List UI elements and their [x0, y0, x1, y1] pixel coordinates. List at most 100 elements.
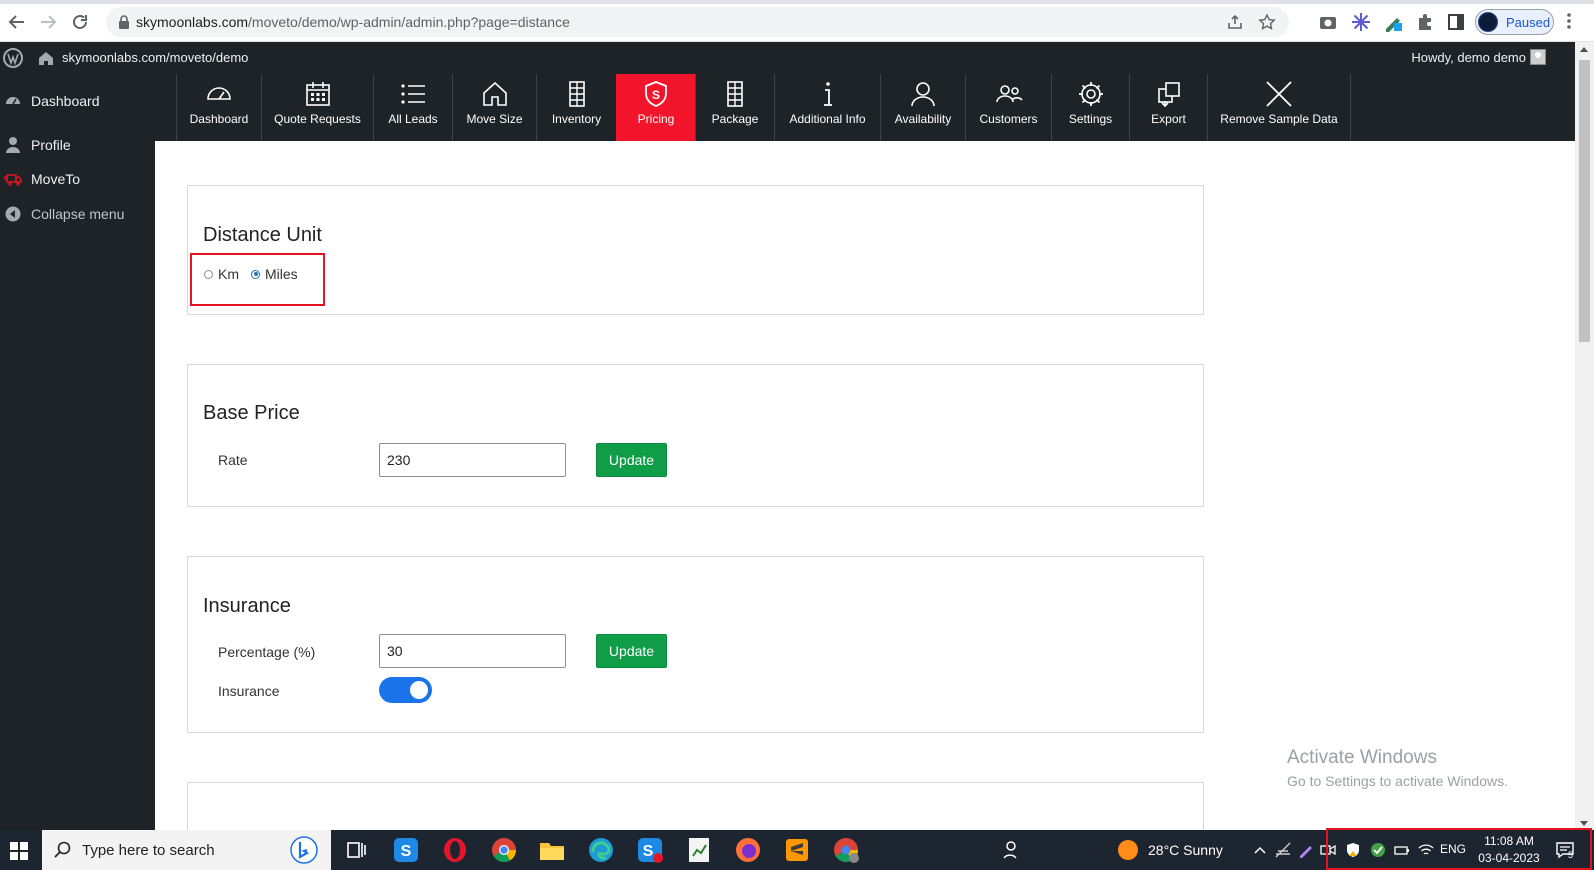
- user-avatar[interactable]: [1530, 49, 1546, 65]
- svg-text:S: S: [643, 843, 654, 860]
- windows-start-icon[interactable]: [10, 842, 28, 860]
- home-icon[interactable]: [38, 50, 54, 66]
- highlight-box: [190, 253, 325, 306]
- truck-icon: [4, 174, 22, 186]
- scroll-up-arrow[interactable]: [1580, 47, 1588, 52]
- task-view-icon[interactable]: [341, 836, 369, 864]
- gauge-icon: [207, 87, 231, 100]
- distance-unit-card: Distance Unit Km Miles: [187, 185, 1204, 315]
- page-scrollbar[interactable]: [1575, 42, 1594, 830]
- back-arrow-icon: [8, 15, 24, 29]
- profile-avatar: [1478, 12, 1498, 32]
- percentage-label: Percentage (%): [218, 644, 316, 660]
- tab-export[interactable]: Export: [1129, 74, 1207, 141]
- tab-dashboard[interactable]: Dashboard: [176, 74, 261, 141]
- sidebar-item-dashboard[interactable]: Dashboard: [0, 84, 155, 118]
- insurance-title: Insurance: [203, 595, 291, 617]
- forward-button[interactable]: [37, 11, 59, 33]
- notepad-chart-icon[interactable]: [685, 836, 713, 864]
- share-icon[interactable]: [1226, 13, 1244, 31]
- skype-icon[interactable]: S: [392, 836, 420, 864]
- wp-admin-bar: skymoonlabs.com/moveto/demo Howdy, demo …: [0, 42, 1594, 74]
- tab-quote-requests[interactable]: Quote Requests: [261, 74, 373, 141]
- file-explorer-icon[interactable]: [538, 836, 566, 864]
- people-icon[interactable]: [999, 836, 1021, 864]
- chrome-icon[interactable]: [490, 836, 518, 864]
- camera-icon[interactable]: [1318, 12, 1338, 32]
- update-rate-button[interactable]: Update: [596, 443, 667, 477]
- list-icon: [401, 84, 425, 104]
- forward-arrow-icon: [41, 15, 57, 29]
- side-panel-icon[interactable]: [1446, 12, 1466, 32]
- pen-extension-icon[interactable]: [1383, 12, 1403, 32]
- customers-icon: [995, 85, 1023, 103]
- bookmark-star-icon[interactable]: [1258, 13, 1276, 31]
- pen-tray-icon[interactable]: [1298, 842, 1314, 858]
- wordpress-logo-icon[interactable]: [2, 47, 24, 69]
- browser-toolbar: skymoonlabs.com/moveto/demo/wp-admin/adm…: [0, 0, 1594, 42]
- tab-additional-info[interactable]: Additional Info: [774, 74, 880, 141]
- tab-remove-sample-data[interactable]: Remove Sample Data: [1207, 74, 1351, 141]
- scroll-down-arrow[interactable]: [1580, 821, 1588, 826]
- percentage-input[interactable]: [379, 634, 566, 668]
- sidebar-collapse-menu[interactable]: Collapse menu: [0, 197, 155, 231]
- home-icon: [482, 81, 507, 106]
- weather-text: 28°C Sunny: [1148, 842, 1223, 858]
- chevron-up-icon[interactable]: [1252, 842, 1268, 858]
- bing-icon[interactable]: [290, 836, 318, 864]
- sidebar-item-moveto[interactable]: MoveTo: [0, 162, 155, 196]
- taskbar-search[interactable]: Type here to search: [42, 830, 331, 870]
- plugin-top-menu: Dashboard Quote Requests All Leads Move …: [155, 74, 1575, 141]
- tab-inventory[interactable]: Inventory: [536, 74, 616, 141]
- rate-input[interactable]: [379, 443, 566, 477]
- skype-badge-icon[interactable]: S: [636, 836, 664, 864]
- tab-package[interactable]: Package: [695, 74, 774, 141]
- main-content: Distance Unit Km Miles Base Price Rate U…: [155, 141, 1575, 842]
- tab-customers[interactable]: Customers: [965, 74, 1051, 141]
- insurance-toggle[interactable]: [379, 677, 432, 703]
- sidebar-item-label: MoveTo: [31, 171, 81, 187]
- puzzle-extensions-icon[interactable]: [1415, 12, 1435, 32]
- sublime-text-icon[interactable]: [783, 836, 811, 864]
- profile-button[interactable]: Paused: [1475, 9, 1554, 35]
- firefox-icon[interactable]: [734, 836, 762, 864]
- site-name-link[interactable]: skymoonlabs.com/moveto/demo: [62, 50, 248, 65]
- tab-availability[interactable]: Availability: [880, 74, 965, 141]
- chrome-profile-icon[interactable]: [832, 836, 860, 864]
- admin-sidebar: Dashboard Profile MoveTo Collapse menu: [0, 74, 155, 830]
- url-text: skymoonlabs.com/moveto/demo/wp-admin/adm…: [136, 14, 570, 30]
- svg-text:S: S: [401, 843, 412, 860]
- export-icon: [1157, 82, 1180, 108]
- base-price-card: Base Price Rate Update: [187, 364, 1204, 507]
- person-icon: [911, 82, 935, 107]
- opera-icon[interactable]: [441, 836, 469, 864]
- scrollbar-thumb[interactable]: [1579, 60, 1590, 342]
- dashboard-icon: [6, 97, 20, 105]
- snowflake-extension-icon[interactable]: [1351, 12, 1371, 32]
- tab-pricing[interactable]: S Pricing: [616, 74, 695, 141]
- profile-status: Paused: [1506, 15, 1551, 30]
- pricing-shield-icon: S: [645, 81, 667, 107]
- reload-icon: [73, 14, 87, 29]
- howdy-user-menu[interactable]: Howdy, demo demo: [1411, 50, 1526, 65]
- reload-button[interactable]: [69, 11, 91, 33]
- address-bar[interactable]: skymoonlabs.com/moveto/demo/wp-admin/adm…: [106, 7, 1289, 37]
- activate-windows-watermark: Activate Windows Go to Settings to activ…: [1287, 747, 1508, 789]
- weather-widget[interactable]: 28°C Sunny: [1118, 840, 1223, 860]
- more-menu-icon[interactable]: [1566, 12, 1572, 30]
- base-price-title: Base Price: [203, 402, 300, 424]
- search-icon: [54, 841, 71, 858]
- update-insurance-button[interactable]: Update: [596, 634, 667, 668]
- user-icon: [6, 137, 20, 153]
- tab-settings[interactable]: Settings: [1051, 74, 1129, 141]
- tab-move-size[interactable]: Move Size: [452, 74, 536, 141]
- svg-text:S: S: [652, 88, 660, 102]
- info-icon: [823, 82, 832, 106]
- rate-label: Rate: [218, 452, 248, 468]
- edge-icon[interactable]: [587, 836, 615, 864]
- tab-all-leads[interactable]: All Leads: [373, 74, 452, 141]
- back-button[interactable]: [6, 11, 28, 33]
- network-off-icon[interactable]: [1275, 842, 1291, 858]
- sidebar-item-profile[interactable]: Profile: [0, 128, 155, 162]
- insurance-toggle-label: Insurance: [218, 683, 280, 699]
